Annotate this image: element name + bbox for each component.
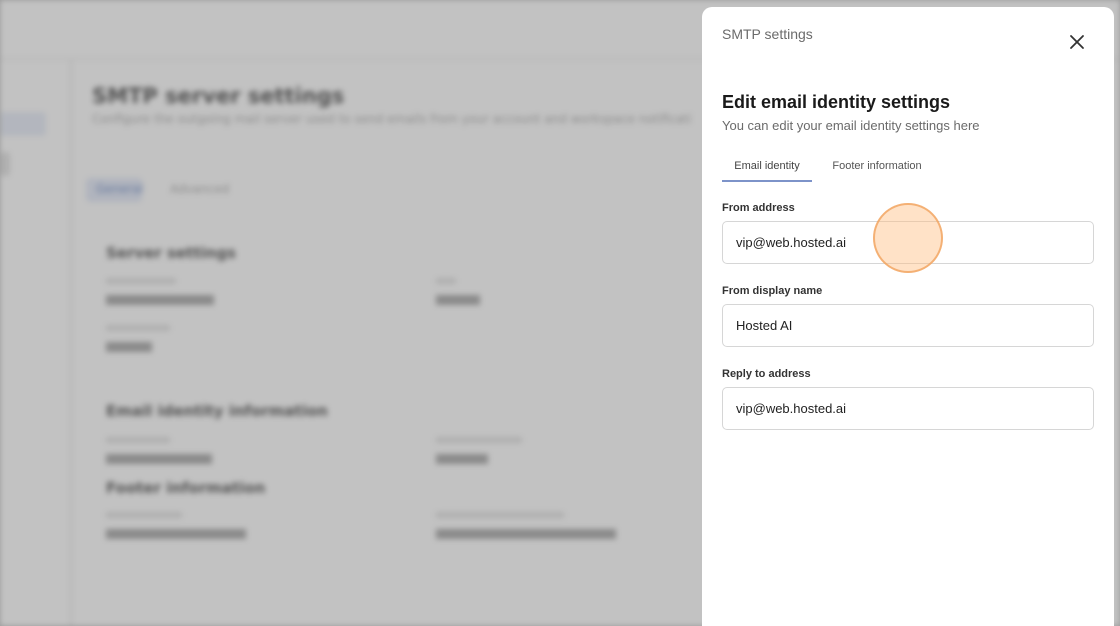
reply-to-address-label: Reply to address (722, 368, 811, 380)
close-icon (1070, 35, 1084, 49)
drawer-heading: Edit email identity settings (722, 92, 951, 112)
tab-email-identity[interactable]: Email identity (722, 152, 812, 182)
from-display-name-label: From display name (722, 285, 823, 297)
from-address-label: From address (722, 202, 795, 214)
drawer-description: You can edit your email identity setting… (722, 118, 980, 133)
from-display-name-input[interactable] (722, 304, 1094, 347)
drawer-caption: SMTP settings (722, 26, 813, 42)
smtp-settings-drawer: SMTP settings Edit email identity settin… (702, 7, 1114, 626)
close-button[interactable] (1066, 31, 1088, 53)
drawer-tabs: Email identity Footer information (722, 152, 1094, 182)
from-address-input[interactable] (722, 221, 1094, 264)
tab-footer-information[interactable]: Footer information (822, 152, 932, 182)
reply-to-address-input[interactable] (722, 387, 1094, 430)
